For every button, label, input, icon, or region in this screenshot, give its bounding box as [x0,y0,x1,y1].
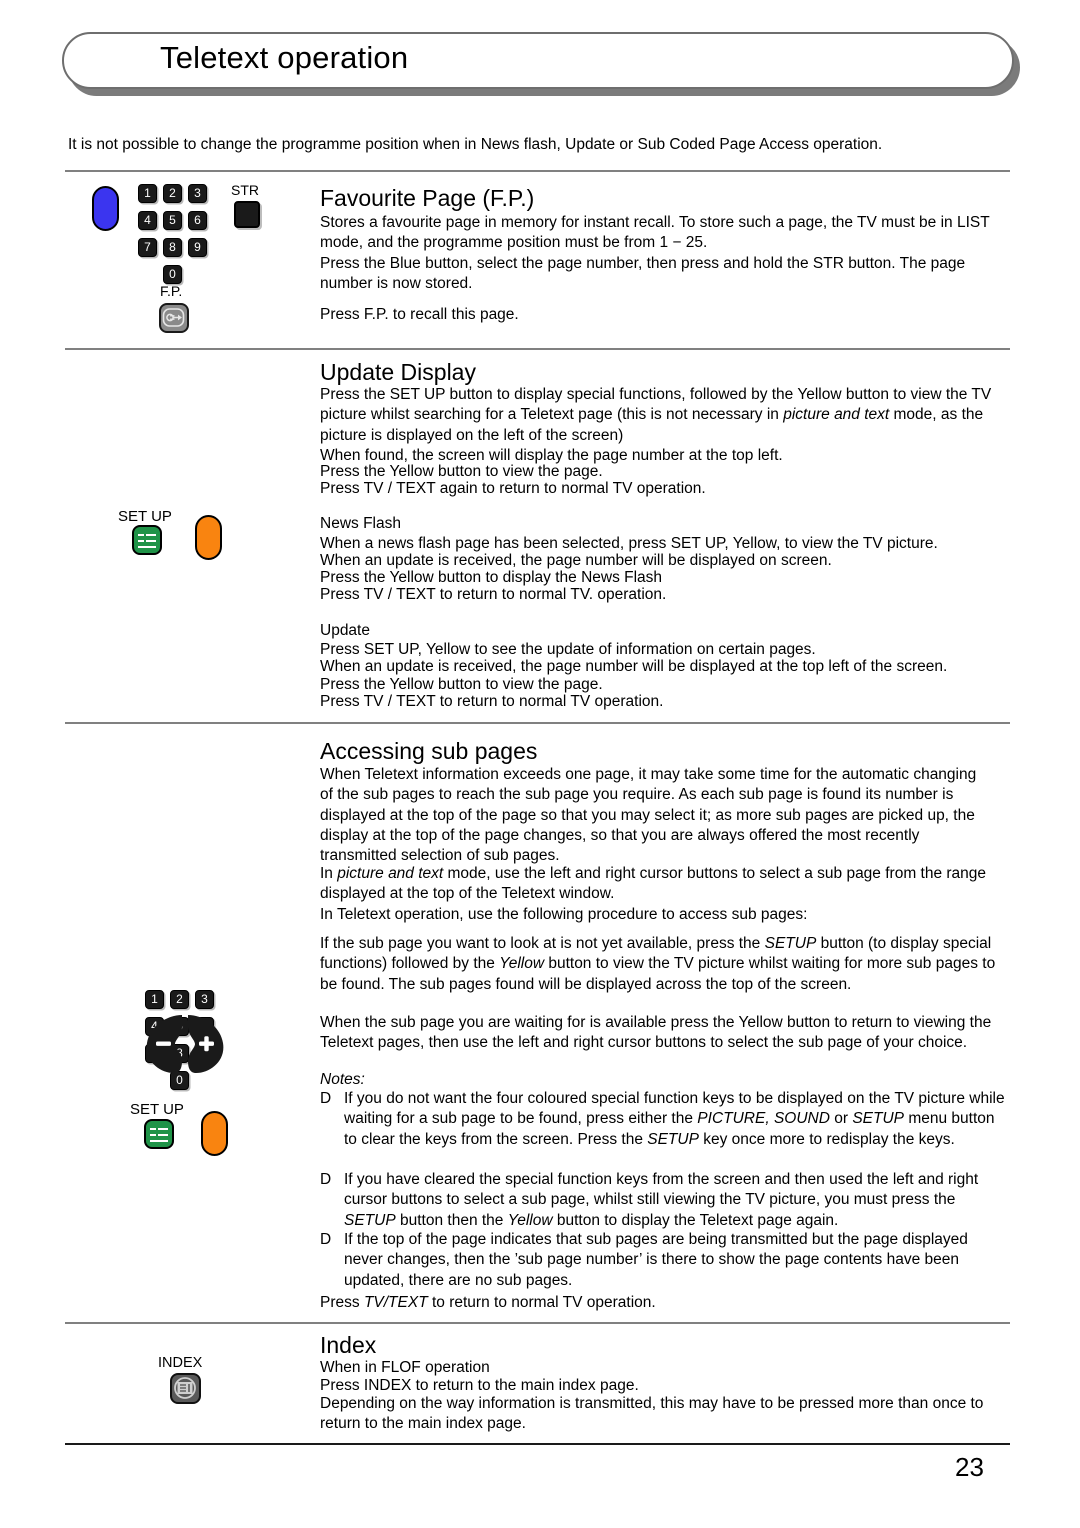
keypad-key-2: 2 [163,184,182,203]
note-marker-1: D [320,1090,332,1107]
setup-label-bottom: SET UP [130,1101,184,1118]
fp-label: F.P. [160,283,183,299]
note-item-3: D If the top of the page indicates that … [320,1230,990,1291]
update-display-line-4: Press TV / TEXT again to return to norma… [320,480,706,497]
favourite-page-para-1: Stores a favourite page in memory for in… [320,214,990,252]
favourite-page-para-3: Press F.P. to recall this page. [320,306,519,323]
news-flash-line-4: Press TV / TEXT to return to normal TV. … [320,586,667,603]
notes-heading: Notes: [320,1071,365,1088]
intro-paragraph: It is not possible to change the program… [68,136,883,153]
keypad-key-8: 8 [163,238,182,257]
sub-pages-para-5: When the sub page you are waiting for is… [320,1014,992,1052]
setup-label-top: SET UP [118,508,172,525]
setup-button-icon-bottom [144,1119,174,1149]
divider-2 [65,348,1010,350]
keypad2-key-3: 3 [195,990,214,1009]
keypad-key-4: 4 [138,211,157,230]
keypad-key-6: 6 [188,211,207,230]
note-item-1: D If you do not want the four coloured s… [320,1089,1005,1150]
blue-button-icon [92,186,119,231]
note-marker-3: D [320,1231,332,1248]
keypad-key-9: 9 [188,238,207,257]
index-title: Index [320,1332,377,1358]
index-line-3: Depending on the way information is tran… [320,1395,984,1433]
str-label: STR [231,182,259,198]
accessing-sub-pages-title: Accessing sub pages [320,738,538,764]
favourite-page-title: Favourite Page (F.P.) [320,185,535,211]
page-header: Teletext operation [62,32,1020,96]
index-button-icon [170,1373,201,1404]
sub-pages-para-2: In picture and text mode, use the left a… [320,865,987,903]
divider-4 [65,1322,1010,1324]
news-flash-heading: News Flash [320,515,401,532]
update-display-para-1: Press the SET UP button to display speci… [320,386,992,444]
note-text-1: If you do not want the four coloured spe… [344,1090,1005,1148]
sub-pages-para-3: In Teletext operation, use the following… [320,906,808,923]
index-label: INDEX [158,1355,203,1371]
page-title: Teletext operation [160,40,409,75]
keypad2-key-1: 1 [145,990,164,1009]
numeric-keypad-icon-top: 1 2 3 4 5 6 7 8 9 0 [138,184,208,284]
fp-button-icon [159,303,189,333]
update-line-4: Press TV / TEXT to return to normal TV o… [320,693,664,710]
str-button-icon [234,201,260,228]
keypad-key-5: 5 [163,211,182,230]
page-number: 23 [955,1452,984,1482]
note-text-3: If the top of the page indicates that su… [344,1231,968,1289]
sub-pages-closing: Press TV/TEXT to return to normal TV ope… [320,1294,656,1311]
note-text-2: If you have cleared the special function… [344,1171,979,1229]
setup-button-icon-top [132,525,162,555]
divider-3 [65,722,1010,724]
update-display-title: Update Display [320,359,476,385]
note-marker-2: D [320,1171,332,1188]
favourite-page-para-2: Press the Blue button, select the page n… [320,255,966,293]
yellow-button-icon-bottom [201,1111,228,1156]
keypad-key-1: 1 [138,184,157,203]
cursor-buttons-icon [142,1013,228,1080]
divider-1 [65,170,1010,172]
keypad-key-7: 7 [138,238,157,257]
sub-pages-para-4: If the sub page you want to look at is n… [320,935,996,993]
yellow-button-icon-top [195,515,222,560]
sub-pages-para-1: When Teletext information exceeds one pa… [320,766,977,865]
keypad-key-3: 3 [188,184,207,203]
keypad-key-0: 0 [163,265,182,284]
keypad2-key-2: 2 [170,990,189,1009]
note-item-2: D If you have cleared the special functi… [320,1170,1005,1231]
footer-divider [65,1443,1010,1445]
update-heading: Update [320,622,370,639]
